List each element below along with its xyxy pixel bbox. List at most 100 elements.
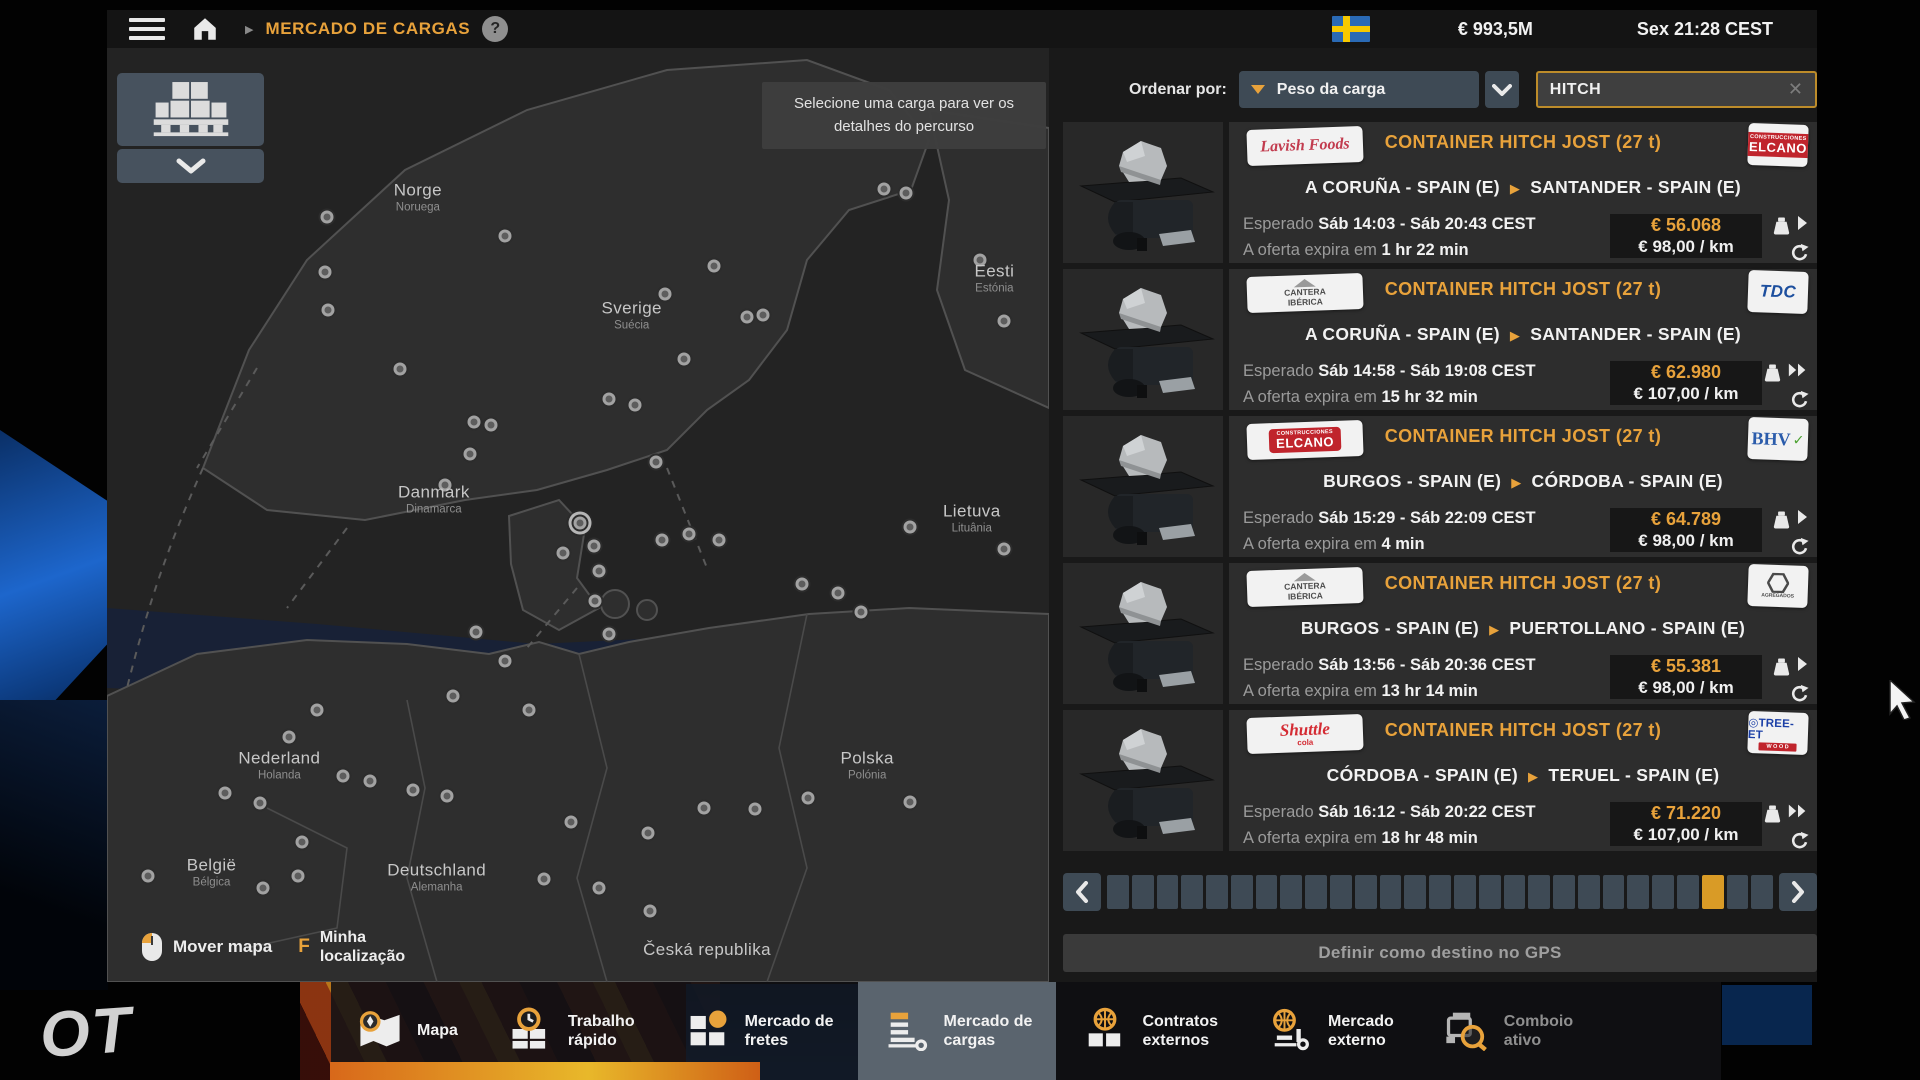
city-marker[interactable] — [756, 309, 769, 322]
city-marker[interactable] — [337, 769, 350, 782]
city-marker[interactable] — [899, 186, 912, 199]
set-gps-destination-button[interactable]: Definir como destino no GPS — [1063, 934, 1817, 972]
collapse-panel-button[interactable] — [117, 149, 264, 183]
city-marker[interactable] — [903, 521, 916, 534]
city-marker[interactable] — [678, 353, 691, 366]
city-marker[interactable] — [498, 654, 511, 667]
page-square[interactable] — [1454, 875, 1476, 909]
city-marker[interactable] — [485, 419, 498, 432]
page-square[interactable] — [1305, 875, 1327, 909]
city-marker[interactable] — [749, 803, 762, 816]
route-map[interactable]: NorgeNoruegaSverigeSuéciaEestiEstóniaDan… — [107, 48, 1049, 982]
page-square[interactable] — [1355, 875, 1377, 909]
city-marker[interactable] — [253, 796, 266, 809]
city-marker[interactable] — [698, 802, 711, 815]
sort-dropdown[interactable]: Peso da carga — [1239, 71, 1479, 108]
city-marker[interactable] — [974, 254, 987, 267]
city-marker[interactable] — [470, 625, 483, 638]
page-square[interactable] — [1627, 875, 1649, 909]
city-marker[interactable] — [707, 259, 720, 272]
city-marker[interactable] — [588, 539, 601, 552]
page-square[interactable] — [1330, 875, 1352, 909]
city-marker[interactable] — [498, 229, 511, 242]
page-square[interactable] — [1677, 875, 1699, 909]
page-square[interactable] — [1479, 875, 1501, 909]
city-marker[interactable] — [740, 310, 753, 323]
city-marker[interactable] — [650, 455, 663, 468]
cargo-offer-row[interactable]: Lavish Foods CONTAINER HITCH JOST (27 t)… — [1063, 122, 1817, 263]
page-square[interactable] — [1603, 875, 1625, 909]
nav-item-mercado-externo[interactable]: Mercado externo — [1242, 982, 1418, 1080]
city-marker[interactable] — [407, 783, 420, 796]
city-marker[interactable] — [538, 873, 551, 886]
city-marker[interactable] — [603, 627, 616, 640]
city-marker[interactable] — [523, 704, 536, 717]
city-marker[interactable] — [446, 690, 459, 703]
page-square[interactable] — [1578, 875, 1600, 909]
help-button[interactable]: ? — [482, 16, 508, 42]
next-page-button[interactable] — [1779, 873, 1817, 911]
city-marker[interactable] — [588, 594, 601, 607]
page-square[interactable] — [1553, 875, 1575, 909]
page-square[interactable] — [1751, 875, 1773, 909]
city-marker[interactable] — [801, 792, 814, 805]
page-square[interactable] — [1504, 875, 1526, 909]
city-marker[interactable] — [565, 816, 578, 829]
city-marker[interactable] — [441, 790, 454, 803]
page-square[interactable] — [1528, 875, 1550, 909]
home-button[interactable] — [191, 16, 219, 42]
cargo-view-button[interactable] — [117, 73, 264, 146]
city-marker[interactable] — [318, 266, 331, 279]
page-square[interactable] — [1280, 875, 1302, 909]
city-marker[interactable] — [641, 826, 654, 839]
page-square[interactable] — [1157, 875, 1179, 909]
city-marker[interactable] — [311, 704, 324, 717]
page-square[interactable] — [1206, 875, 1228, 909]
selected-city-marker[interactable] — [573, 517, 586, 530]
city-marker[interactable] — [218, 787, 231, 800]
page-square[interactable] — [1652, 875, 1674, 909]
cargo-offer-row[interactable]: CONSTRUCCIONESELCANO CONTAINER HITCH JOS… — [1063, 416, 1817, 557]
city-marker[interactable] — [463, 448, 476, 461]
city-marker[interactable] — [468, 415, 481, 428]
current-page-square[interactable] — [1702, 875, 1724, 909]
city-marker[interactable] — [257, 881, 270, 894]
city-marker[interactable] — [282, 731, 295, 744]
sort-expand-button[interactable] — [1485, 71, 1519, 108]
city-marker[interactable] — [643, 905, 656, 918]
city-marker[interactable] — [997, 314, 1010, 327]
city-marker[interactable] — [603, 393, 616, 406]
city-marker[interactable] — [658, 287, 671, 300]
page-square[interactable] — [1380, 875, 1402, 909]
city-marker[interactable] — [854, 606, 867, 619]
city-marker[interactable] — [903, 795, 916, 808]
page-square[interactable] — [1429, 875, 1451, 909]
cargo-offer-row[interactable]: Shuttlecola CONTAINER HITCH JOST (27 t) … — [1063, 710, 1817, 851]
city-marker[interactable] — [292, 870, 305, 883]
page-square[interactable] — [1107, 875, 1129, 909]
city-marker[interactable] — [556, 547, 569, 560]
city-marker[interactable] — [322, 303, 335, 316]
prev-page-button[interactable] — [1063, 873, 1101, 911]
city-marker[interactable] — [295, 835, 308, 848]
cargo-offer-row[interactable]: CANTERAIBÉRICA CONTAINER HITCH JOST (27 … — [1063, 269, 1817, 410]
city-marker[interactable] — [628, 398, 641, 411]
city-marker[interactable] — [592, 881, 605, 894]
nav-item-mercado-de-cargas[interactable]: Mercado de cargas — [858, 982, 1057, 1080]
city-marker[interactable] — [713, 534, 726, 547]
page-square[interactable] — [1132, 875, 1154, 909]
city-marker[interactable] — [997, 542, 1010, 555]
city-marker[interactable] — [796, 578, 809, 591]
city-marker[interactable] — [363, 775, 376, 788]
page-square[interactable] — [1256, 875, 1278, 909]
city-marker[interactable] — [683, 527, 696, 540]
page-square[interactable] — [1404, 875, 1426, 909]
clear-search-icon[interactable]: ✕ — [1786, 79, 1805, 100]
page-square[interactable] — [1727, 875, 1749, 909]
city-marker[interactable] — [878, 183, 891, 196]
city-marker[interactable] — [321, 211, 334, 224]
city-marker[interactable] — [592, 565, 605, 578]
search-input[interactable] — [1548, 80, 1786, 100]
page-square[interactable] — [1181, 875, 1203, 909]
nav-item-contratos-externos[interactable]: Contratos externos — [1056, 982, 1242, 1080]
